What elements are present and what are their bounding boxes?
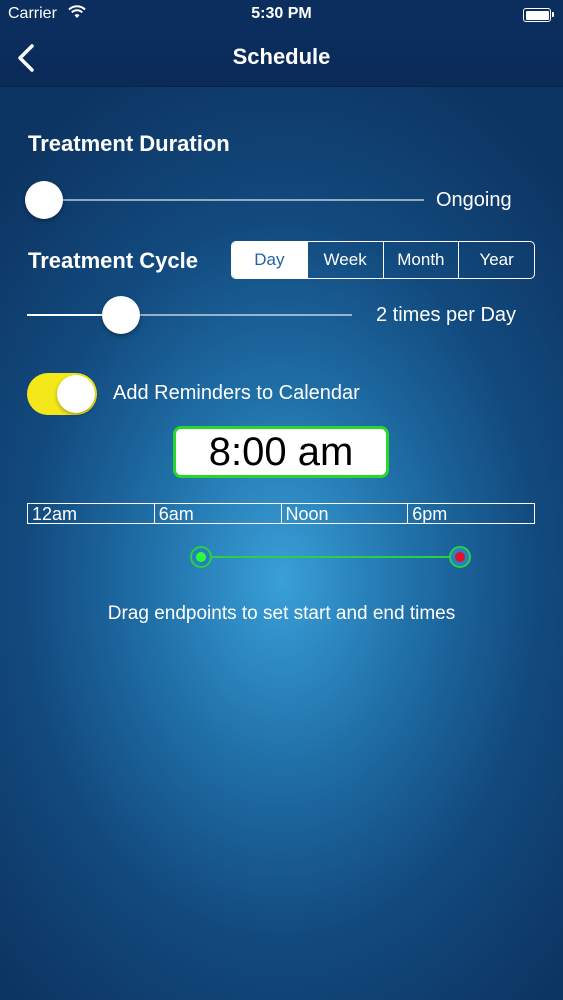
segment-year[interactable]: Year (458, 242, 534, 278)
time-range-line (201, 556, 460, 558)
time-display[interactable]: 8:00 am (173, 426, 389, 478)
timeline-scale: 12am 6am Noon 6pm (27, 503, 535, 524)
battery-icon (523, 8, 554, 22)
cycle-segmented-control: Day Week Month Year (231, 241, 535, 279)
tick-6pm: 6pm (407, 504, 534, 523)
segment-week[interactable]: Week (306, 242, 383, 278)
cycle-frequency-value: 2 times per Day (376, 304, 517, 326)
toggle-knob (57, 375, 95, 413)
treatment-duration-label: Treatment Duration (28, 131, 230, 156)
segment-month[interactable]: Month (382, 242, 459, 278)
drag-hint-text: Drag endpoints to set start and end time… (107, 603, 456, 624)
reminders-label: Add Reminders to Calendar (113, 382, 360, 404)
reminders-toggle[interactable] (27, 373, 97, 415)
treatment-cycle-label: Treatment Cycle (28, 248, 198, 273)
page-title: Schedule (232, 44, 331, 69)
duration-slider-track (27, 199, 424, 201)
end-time-handle[interactable] (449, 546, 471, 568)
cycle-slider-thumb[interactable] (101, 296, 140, 334)
segment-day[interactable]: Day (232, 242, 307, 278)
tick-noon: Noon (280, 504, 408, 523)
status-bar: Carrier 5:30 PM (0, 0, 563, 30)
tick-12am: 12am (32, 504, 78, 523)
start-time-handle[interactable] (190, 546, 212, 568)
tick-6am: 6am (153, 504, 281, 523)
navigation-bar: Schedule (0, 30, 563, 87)
status-time: 5:30 PM (251, 5, 312, 22)
duration-value: Ongoing (436, 189, 512, 211)
duration-slider-thumb[interactable] (25, 181, 63, 219)
